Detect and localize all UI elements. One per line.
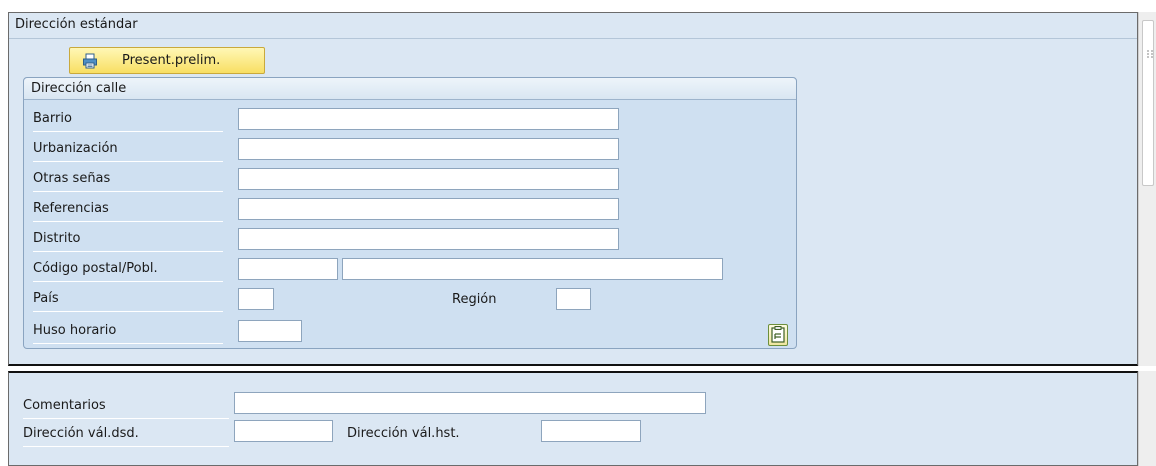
valid-to-input[interactable]: [541, 420, 641, 442]
comentarios-label: Comentarios: [23, 393, 229, 419]
comments-validity-panel: Comentarios Dirección vál.dsd. Dirección…: [8, 371, 1138, 466]
scroll-grip-icon: [1145, 49, 1155, 59]
scrollbar-thumb[interactable]: [1142, 20, 1154, 186]
preview-button-label: Present.prelim.: [122, 53, 221, 68]
huso-horario-input[interactable]: [238, 320, 302, 342]
printer-icon: [82, 53, 98, 69]
huso-horario-label: Huso horario: [33, 318, 223, 344]
region-input[interactable]: [556, 288, 591, 310]
bottom-scrollbar[interactable]: [1138, 371, 1156, 466]
valid-from-input[interactable]: [234, 420, 333, 442]
valid-to-label: Dirección vál.hst.: [347, 426, 460, 441]
preview-button[interactable]: Present.prelim.: [69, 47, 265, 74]
valid-from-label: Dirección vál.dsd.: [23, 421, 229, 447]
distrito-input[interactable]: [238, 228, 619, 250]
panel-title: Dirección estándar: [9, 13, 1137, 39]
comentarios-input[interactable]: [234, 392, 706, 414]
referencias-label: Referencias: [33, 196, 223, 222]
pais-label: País: [33, 286, 223, 312]
time-zone-icon[interactable]: [768, 324, 788, 346]
referencias-input[interactable]: [238, 198, 619, 220]
postal-code-input[interactable]: [238, 258, 338, 280]
urbanizacion-input[interactable]: [238, 138, 619, 160]
street-address-group: Dirección calle Barrio Urbanización Otra…: [23, 77, 797, 349]
barrio-label: Barrio: [33, 106, 223, 132]
urbanizacion-label: Urbanización: [33, 136, 223, 162]
vertical-scrollbar[interactable]: [1138, 12, 1156, 366]
barrio-input[interactable]: [238, 108, 619, 130]
otras-senas-label: Otras señas: [33, 166, 223, 192]
city-input[interactable]: [342, 258, 723, 280]
otras-senas-input[interactable]: [238, 168, 619, 190]
codigo-postal-label: Código postal/Pobl.: [33, 256, 223, 282]
group-title: Dirección calle: [24, 78, 796, 100]
pais-input[interactable]: [238, 288, 274, 310]
distrito-label: Distrito: [33, 226, 223, 252]
standard-address-panel: Dirección estándar Present.prelim. Direc…: [8, 12, 1138, 366]
region-label: Región: [452, 292, 497, 307]
